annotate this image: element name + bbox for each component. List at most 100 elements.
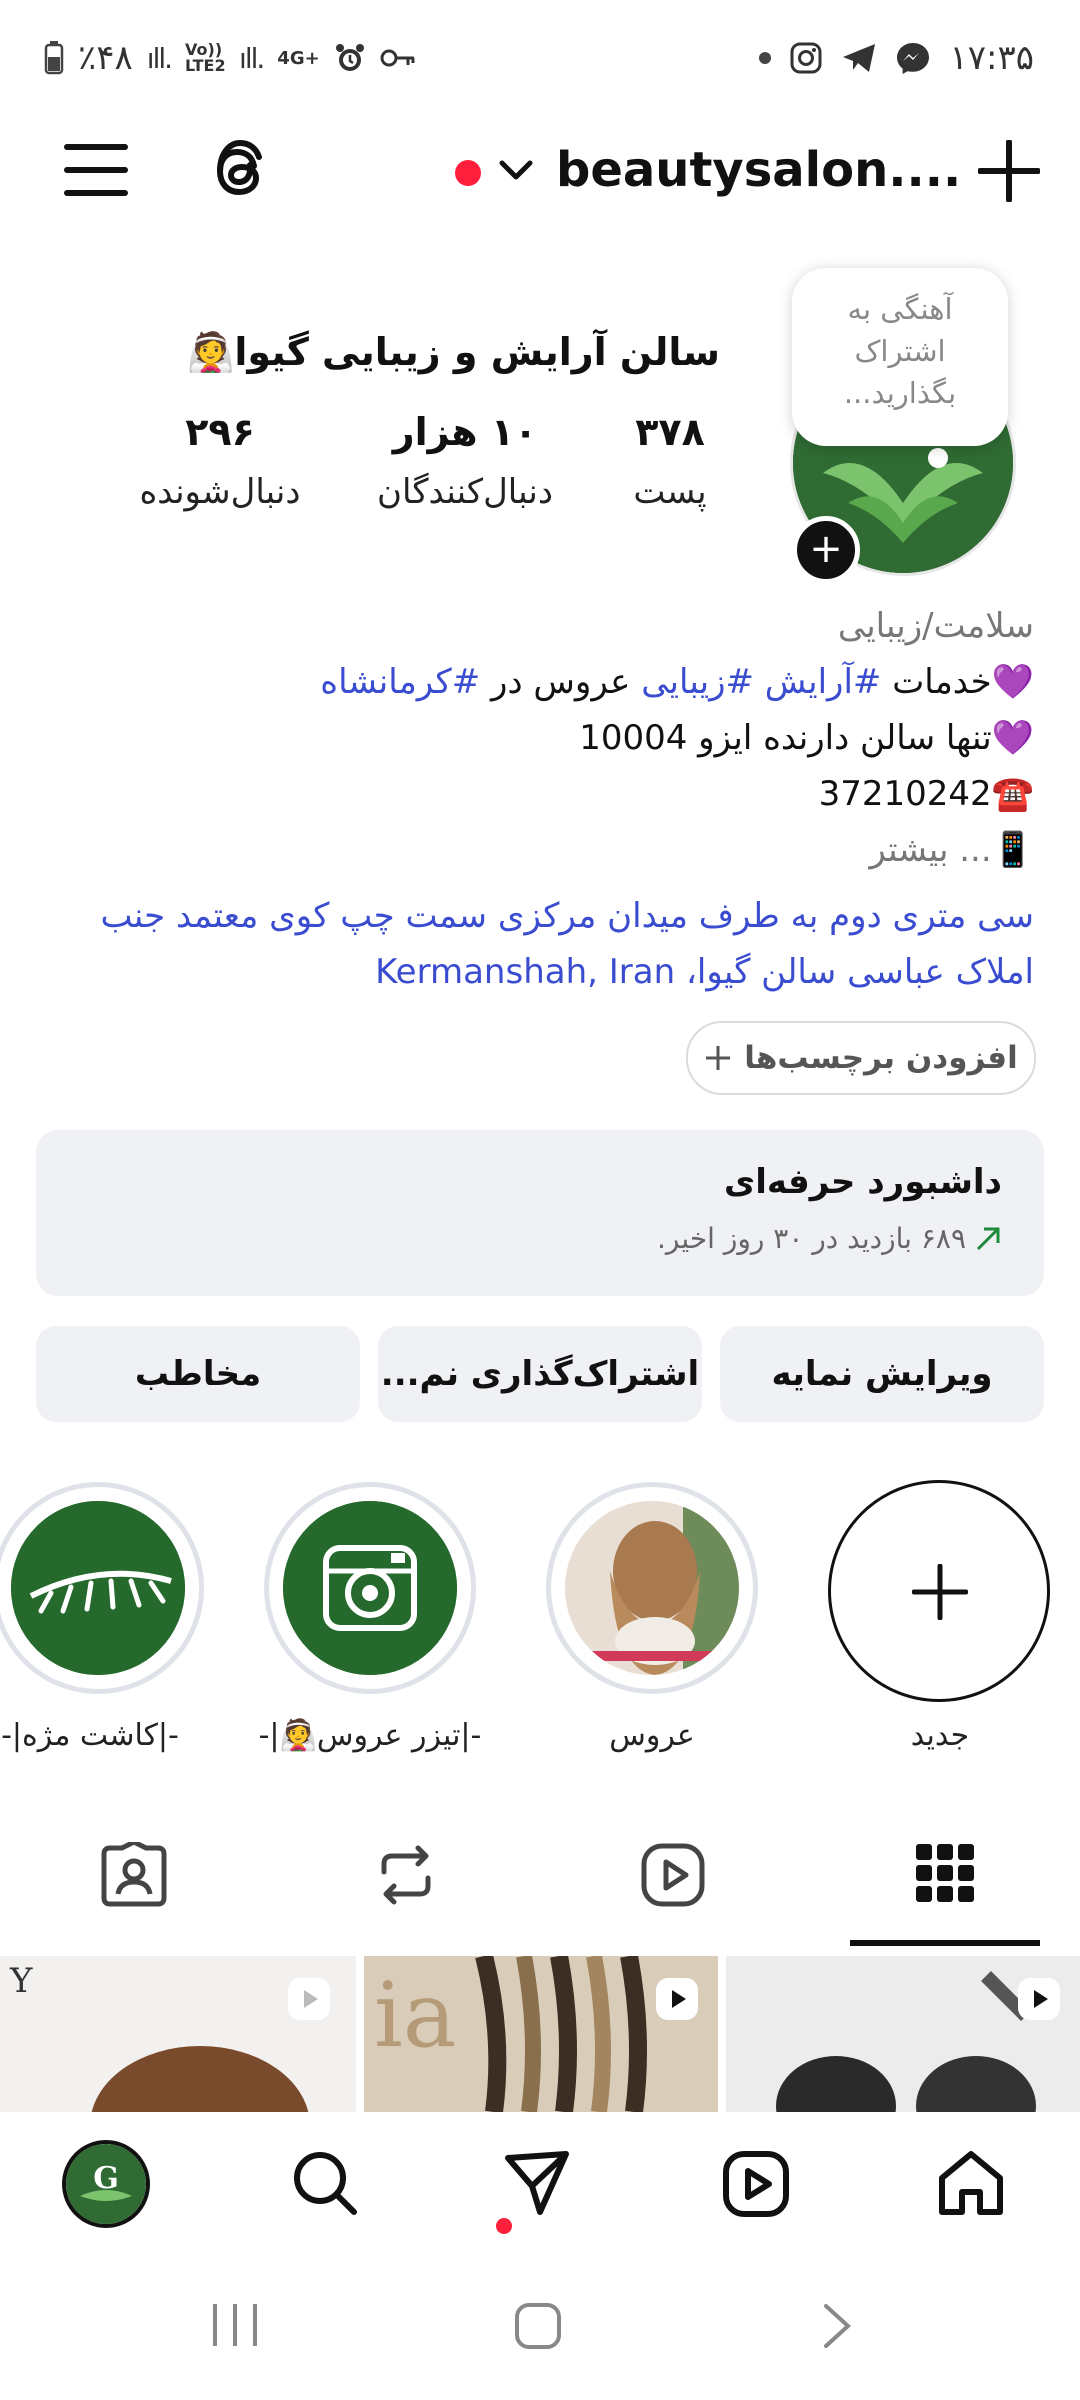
edit-profile-button[interactable]: ویرایش نمایه [720, 1326, 1044, 1422]
bio-line-1: 💜خدمات #آرایش #زیبایی عروس در #کرمانشاه [320, 654, 1034, 710]
svg-text:ia: ia [374, 1963, 456, 2068]
send-icon [505, 2151, 569, 2215]
trend-up-icon [974, 1225, 1002, 1253]
highlight-new-label: جدید [910, 1718, 970, 1753]
reel-badge-icon [656, 1978, 698, 2020]
dot-icon [759, 52, 772, 64]
stat-posts-label: پست [633, 472, 707, 512]
tooltip-line-1: آهنگی به [847, 292, 953, 326]
stat-following-label: دنبال‌شونده [139, 472, 301, 512]
profile-name: سالن آرایش و زیبایی گیوا👰 [187, 330, 720, 374]
highlight-lash-thumb [11, 1501, 185, 1675]
notification-dot [455, 160, 481, 186]
bio-line-3: ☎️37210242 [818, 774, 1034, 814]
highlight-new[interactable] [828, 1480, 1050, 1702]
bottom-navigation: G [0, 2112, 1080, 2252]
hashtag-kermanshah[interactable]: #کرمانشاه [320, 662, 480, 702]
hashtag-makeup[interactable]: #آرایش [765, 662, 882, 702]
status-right: ۱۷:۳۵ [759, 38, 1034, 78]
nav-home[interactable] [936, 2148, 1006, 2218]
status-bar: ٪۴۸ ıll. Vo)) LTE2 ıll. 4G+ ۱۷:۳۵ [0, 0, 1080, 120]
stat-posts[interactable]: ۳۷۸ پست [600, 410, 740, 512]
stat-followers-label: دنبال‌کنندگان [377, 472, 553, 512]
alarm-icon [334, 42, 366, 74]
add-tags-button[interactable]: افزودن برچسب‌ها [686, 1021, 1036, 1095]
highlight-bride[interactable] [546, 1482, 758, 1694]
nav-reels[interactable] [722, 2150, 790, 2218]
reel-badge-icon [288, 1978, 330, 2020]
hashtag-beauty[interactable]: #زیبایی [641, 662, 754, 702]
music-tooltip[interactable]: آهنگی به اشتراک بگذارید... [792, 268, 1008, 446]
grid-post-3[interactable]: Y [0, 1956, 356, 2112]
highlight-lash[interactable] [0, 1482, 204, 1694]
address-line-1[interactable]: سی متری دوم به طرف میدان مرکزی سمت چپ کو… [100, 888, 1034, 944]
network-label-2: 4G+ [277, 47, 320, 69]
highlight-bride-label: عروس [609, 1718, 695, 1753]
profile-category: سلامت/زیبایی [837, 606, 1034, 646]
active-tab-indicator [850, 1940, 1040, 1946]
highlight-teaser-label: -|تیزر عروس👰|- [258, 1718, 482, 1753]
tab-grid[interactable] [916, 1844, 974, 1902]
clock-time: ۱۷:۳۵ [949, 38, 1034, 78]
messenger-icon [895, 41, 931, 75]
signal-icon-2: ıll. [239, 41, 265, 75]
bio-line-1-mid: عروس در [480, 662, 642, 702]
tooltip-line-2: اشتراک [854, 334, 946, 368]
bio-line-2: 💜تنها سالن دارنده ایزو 10004 [579, 718, 1034, 758]
chevron-down-icon[interactable] [498, 158, 534, 182]
address-line-2[interactable]: املاک عباسی سالن گیوا، Kermanshah, Iran [375, 944, 1034, 1000]
new-highlight-circle [828, 1480, 1050, 1702]
bio-more-link[interactable]: 📱... بیشتر [869, 822, 1034, 878]
telegram-icon [841, 42, 877, 74]
plus-small-icon [704, 1044, 732, 1072]
contact-button[interactable]: مخاطب [36, 1326, 360, 1422]
grid-icon [916, 1844, 974, 1902]
highlight-camera-thumb [283, 1501, 457, 1675]
highlight-bride-thumb [565, 1501, 739, 1675]
system-navigation [0, 2252, 1080, 2400]
reposts-icon [381, 1845, 431, 1905]
home-button-icon[interactable] [514, 2302, 562, 2350]
stat-followers-value: ۱۰ هزار [392, 410, 538, 454]
account-username[interactable]: beautysalon.... [556, 142, 961, 198]
reels-nav-icon [723, 2151, 789, 2217]
grid-post-1[interactable] [726, 1956, 1080, 2112]
threads-icon[interactable] [208, 136, 270, 206]
battery-icon [44, 41, 64, 75]
stat-posts-value: ۳۷۸ [635, 410, 705, 454]
instagram-icon [789, 41, 823, 75]
stat-following[interactable]: ۲۹۶ دنبال‌شونده [110, 410, 330, 512]
signal-icon: ıll. [146, 41, 173, 75]
grid-post-2[interactable]: ia [364, 1956, 718, 2112]
dashboard-subtitle-row: ۶۸۹ بازدید در ۳۰ روز اخیر. [657, 1222, 1002, 1255]
highlight-bride-teaser[interactable] [264, 1482, 476, 1694]
stat-following-value: ۲۹۶ [185, 410, 255, 454]
direct-notification-dot [496, 2218, 512, 2234]
stat-followers[interactable]: ۱۰ هزار دنبال‌کنندگان [350, 410, 580, 512]
dashboard-subtitle: ۶۸۹ بازدید در ۳۰ روز اخیر. [657, 1222, 966, 1255]
share-profile-button[interactable]: اشتراک‌گذاری نم... [378, 1326, 702, 1422]
tagged-icon [101, 1842, 167, 1907]
professional-dashboard[interactable]: داشبورد حرفه‌ای ۶۸۹ بازدید در ۳۰ روز اخی… [36, 1130, 1044, 1296]
tab-reels[interactable] [640, 1842, 706, 1908]
plus-large-icon [912, 1564, 968, 1620]
nav-profile[interactable]: G [62, 2140, 150, 2228]
bio-space [754, 662, 765, 702]
add-story-badge[interactable]: + [792, 516, 860, 584]
recent-apps-icon[interactable] [210, 2302, 260, 2348]
tooltip-line-3: بگذارید... [843, 376, 957, 410]
back-icon[interactable] [822, 2302, 852, 2350]
tab-tagged[interactable] [100, 1842, 168, 1910]
nav-direct[interactable] [504, 2150, 570, 2216]
tab-reposts[interactable] [374, 1842, 438, 1908]
search-icon [294, 2152, 357, 2215]
svg-text:Y: Y [9, 1961, 33, 2001]
bio-line-1-prefix: 💜خدمات [881, 662, 1034, 702]
dashboard-title: داشبورد حرفه‌ای [724, 1162, 1002, 1202]
home-icon [939, 2151, 1003, 2215]
menu-icon[interactable] [64, 140, 128, 200]
profile-thumb-icon: G [66, 2144, 146, 2224]
reel-badge-icon [1018, 1978, 1060, 2020]
nav-search[interactable] [290, 2148, 360, 2218]
plus-icon[interactable] [978, 140, 1040, 202]
